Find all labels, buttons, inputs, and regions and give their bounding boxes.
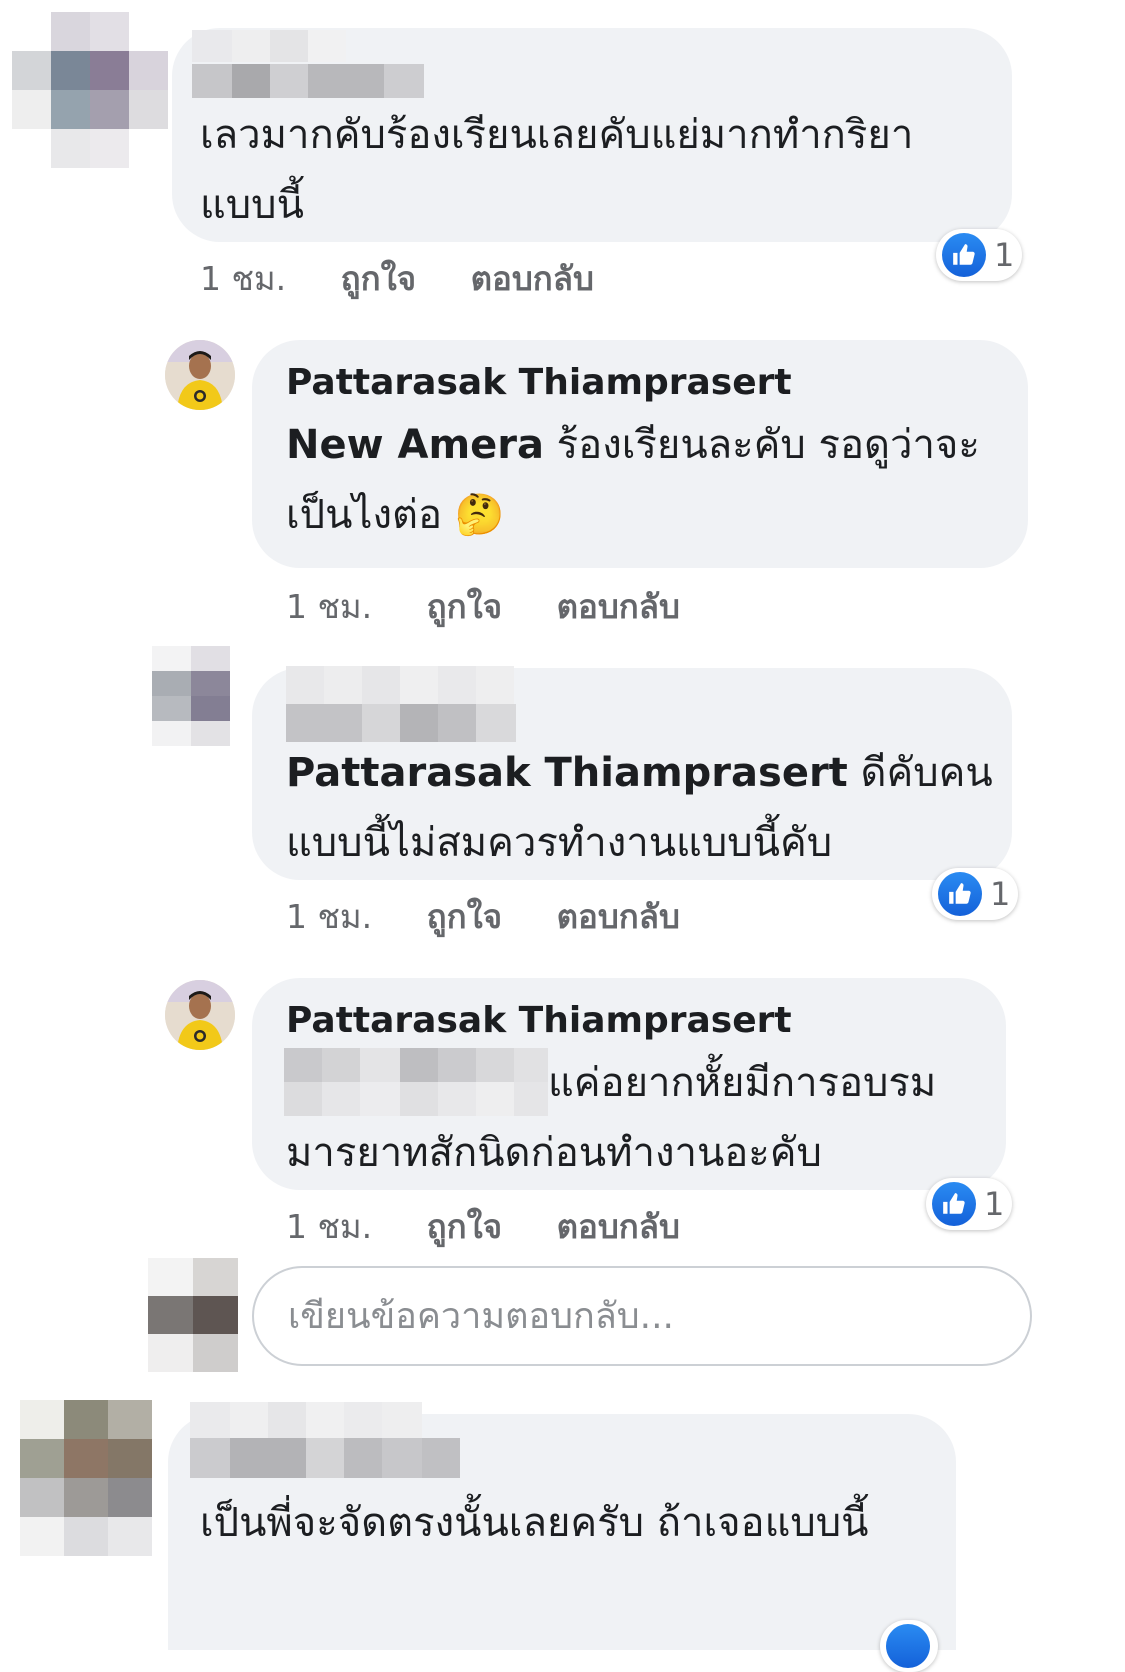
reply-text-field[interactable]: [254, 1268, 1030, 1364]
comment-author[interactable]: Pattarasak Thiamprasert: [286, 1000, 792, 1041]
comment-meta: 1 ชม. ถูกใจ ตอบกลับ: [286, 1200, 680, 1253]
thumbs-up-icon: [886, 1624, 930, 1668]
author-name-censored[interactable]: [286, 666, 514, 704]
like-link[interactable]: ถูกใจ: [341, 259, 416, 298]
reaction-badge[interactable]: [880, 1620, 938, 1672]
like-link[interactable]: ถูกใจ: [427, 897, 502, 936]
avatar[interactable]: [20, 1400, 152, 1556]
reaction-count: 1: [994, 236, 1015, 274]
reply-link[interactable]: ตอบกลับ: [557, 1207, 680, 1246]
author-name-censored[interactable]: [190, 1402, 422, 1438]
reaction-count: 1: [984, 1185, 1005, 1223]
comment-text: เลวมากคับร้องเรียนเลยคับแย่มากทำกริยา แบ…: [200, 112, 914, 228]
reply-link[interactable]: ตอบกลับ: [557, 587, 680, 626]
thinking-face-emoji: 🤔: [454, 492, 505, 538]
avatar[interactable]: [12, 12, 168, 168]
timestamp[interactable]: 1 ชม.: [286, 897, 372, 936]
comment-text: แค่อยากหั้ยมีการอบรม มารยาทสักนิดก่อนทำง…: [286, 1060, 937, 1176]
comment-meta: 1 ชม. ถูกใจ ตอบกลับ: [286, 580, 680, 633]
reply-input[interactable]: [252, 1266, 1032, 1366]
reply-link[interactable]: ตอบกลับ: [471, 259, 594, 298]
avatar[interactable]: [165, 340, 235, 410]
author-name-censored: [190, 1438, 460, 1478]
author-name-censored: [192, 64, 424, 98]
reaction-badge[interactable]: 1: [936, 229, 1023, 281]
timestamp[interactable]: 1 ชม.: [286, 587, 372, 626]
mention-tag[interactable]: New Amera: [286, 422, 544, 468]
timestamp[interactable]: 1 ชม.: [200, 259, 286, 298]
mention-tag[interactable]: Pattarasak Thiamprasert: [286, 750, 848, 796]
comment-text: Pattarasak Thiamprasert ดีคับคน แบบนี้ไม…: [286, 750, 993, 866]
avatar[interactable]: [152, 646, 230, 746]
like-link[interactable]: ถูกใจ: [427, 587, 502, 626]
comment-text: New Amera ร้องเรียนละคับ รอดูว่าจะ เป็นไ…: [286, 422, 980, 538]
thumbs-up-icon: [938, 872, 982, 916]
comment-author[interactable]: Pattarasak Thiamprasert: [286, 362, 792, 403]
author-name-censored: [286, 704, 516, 742]
comment-meta: 1 ชม. ถูกใจ ตอบกลับ: [286, 890, 680, 943]
reaction-badge[interactable]: 1: [932, 868, 1019, 920]
thumbs-up-icon: [942, 233, 986, 277]
thumbs-up-icon: [932, 1182, 976, 1226]
timestamp[interactable]: 1 ชม.: [286, 1207, 372, 1246]
reply-link[interactable]: ตอบกลับ: [557, 897, 680, 936]
reaction-badge[interactable]: 1: [926, 1178, 1013, 1230]
avatar[interactable]: [148, 1258, 238, 1372]
comment-meta: 1 ชม. ถูกใจ ตอบกลับ: [200, 252, 594, 305]
like-link[interactable]: ถูกใจ: [427, 1207, 502, 1246]
avatar[interactable]: [165, 980, 235, 1050]
author-name-censored[interactable]: [192, 30, 346, 62]
reaction-count: 1: [990, 875, 1011, 913]
comment-text: เป็นพี่จะจัดตรงนั้นเลยครับ ถ้าเจอแบบนี้: [200, 1500, 869, 1546]
